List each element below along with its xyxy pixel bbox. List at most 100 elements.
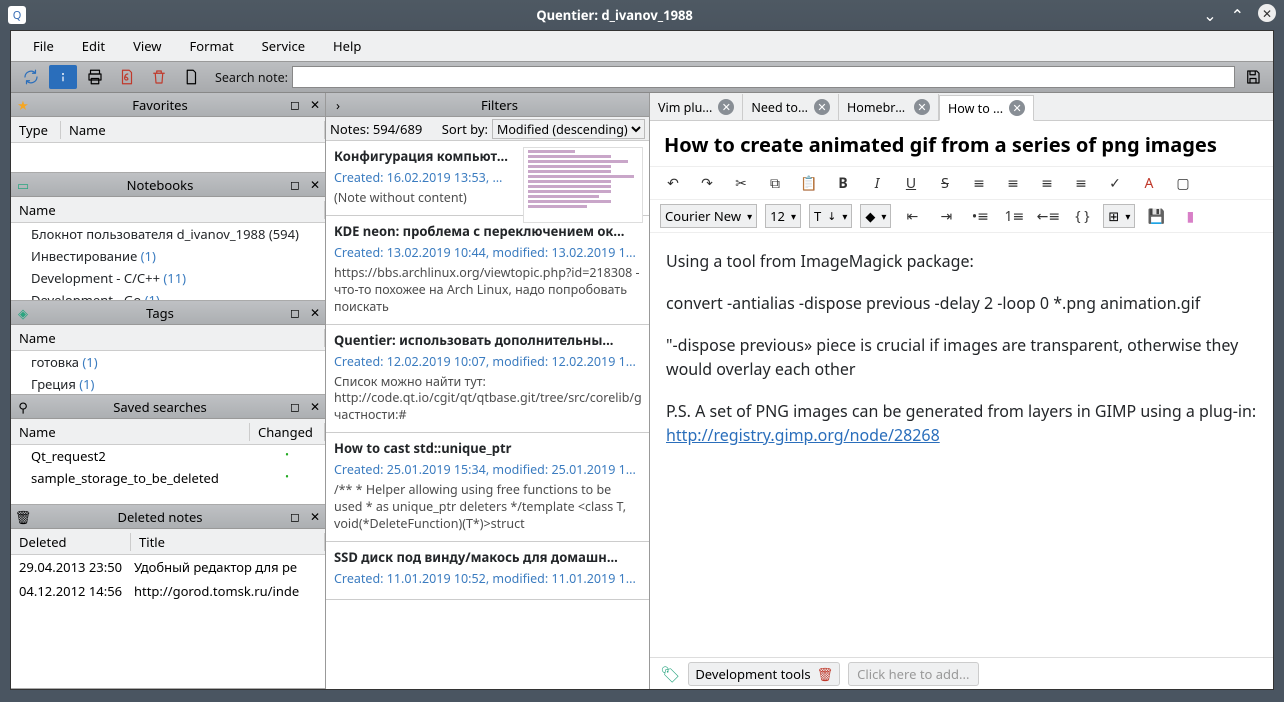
saved-col-changed[interactable]: Changed (250, 423, 325, 441)
deleted-restore-button[interactable]: ◻ (285, 508, 305, 525)
strike-button[interactable]: S (932, 171, 958, 195)
align-right-button[interactable]: ≡ (1034, 171, 1060, 195)
sort-select[interactable]: Modified (descending) (492, 119, 645, 139)
indent-increase-button[interactable]: ⇥ (933, 204, 959, 228)
deleted-col-date[interactable]: Deleted (11, 533, 131, 551)
search-input[interactable] (292, 66, 1235, 88)
save-note-button[interactable]: 💾 (1143, 204, 1169, 228)
align-center-button[interactable]: ≡ (1000, 171, 1026, 195)
menubar: File Edit View Format Service Help (11, 31, 1273, 61)
outdent-button[interactable]: ←≡ (1035, 204, 1061, 228)
notebook-item[interactable]: Инвестирование (1) (11, 245, 325, 267)
highlight-button[interactable]: ▢ (1170, 171, 1196, 195)
saved-col-name[interactable]: Name (11, 423, 250, 441)
table-button[interactable]: ⊞▾ (1103, 204, 1135, 228)
menu-format[interactable]: Format (176, 33, 248, 59)
note-list-item[interactable]: Quentier: использовать дополнительны... … (326, 325, 649, 434)
editor-tab[interactable]: Homebre...✕ (839, 94, 939, 120)
notebooks-restore-button[interactable]: ◻ (285, 176, 305, 193)
bold-button[interactable]: B (830, 171, 856, 195)
fill-select[interactable]: ◆▾ (860, 204, 891, 228)
paste-button[interactable]: 📋 (796, 171, 822, 195)
editor-link[interactable]: http://registry.gimp.org/node/28268 (666, 424, 940, 446)
tag-item[interactable]: готовка (1) (11, 351, 325, 373)
print-button[interactable] (81, 65, 109, 89)
window-minimize-button[interactable]: ⌄ (1203, 4, 1216, 26)
notebooks-col-name[interactable]: Name (11, 201, 325, 219)
menu-file[interactable]: File (19, 33, 68, 59)
undo-button[interactable]: ↶ (660, 171, 686, 195)
note-tag[interactable]: Development tools🗑 (688, 662, 840, 686)
underline-button[interactable]: U (898, 171, 924, 195)
close-icon[interactable]: ✕ (814, 99, 830, 115)
editor-body[interactable]: Using a tool from ImageMagick package: c… (650, 233, 1273, 657)
close-icon[interactable]: ✕ (914, 99, 930, 115)
font-color-button[interactable]: A (1136, 171, 1162, 195)
align-left-button[interactable]: ≡ (966, 171, 992, 195)
save-button[interactable] (1239, 65, 1267, 89)
note-list-item[interactable]: SSD диск под винду/макось для домашн... … (326, 542, 649, 600)
text-style-select[interactable]: T↓▾ (809, 204, 852, 228)
code-block-button[interactable]: { } (1069, 204, 1095, 228)
window-maximize-button[interactable]: ⌃ (1231, 4, 1244, 26)
note-title[interactable]: How to create animated gif from a series… (650, 121, 1273, 167)
favorites-restore-button[interactable]: ◻ (285, 96, 305, 113)
editor-tab[interactable]: Vim plu...✕ (650, 94, 743, 120)
notebook-item[interactable]: Блокнот пользователя d_ivanov_1988 (594) (11, 223, 325, 245)
saved-search-item[interactable]: Qt_request2• (11, 445, 325, 467)
cut-button[interactable]: ✂ (728, 171, 754, 195)
note-list-item[interactable]: KDE neon: проблема с переключением ок...… (326, 216, 649, 325)
chevron-right-icon[interactable]: › (326, 96, 350, 114)
tags-restore-button[interactable]: ◻ (285, 304, 305, 321)
font-size-select[interactable]: 12▾ (765, 204, 801, 228)
saved-restore-button[interactable]: ◻ (285, 398, 305, 415)
remove-tag-icon[interactable]: 🗑 (817, 665, 834, 683)
note-list-item[interactable]: How to cast std::unique_ptr Created: 25.… (326, 433, 649, 542)
favorites-col-type[interactable]: Type (11, 121, 61, 139)
search-icon: ⚲ (11, 398, 35, 416)
list-bullet-button[interactable]: •≡ (967, 204, 993, 228)
deleted-item[interactable]: 04.12.2012 14:56http://gorod.tomsk.ru/in… (11, 579, 325, 603)
menu-service[interactable]: Service (248, 33, 319, 59)
list-number-button[interactable]: 1≡ (1001, 204, 1027, 228)
menu-edit[interactable]: Edit (68, 33, 119, 59)
tags-close-button[interactable]: ✕ (305, 304, 325, 321)
copy-button[interactable]: ⧉ (762, 171, 788, 195)
favorites-col-name[interactable]: Name (61, 121, 325, 139)
indent-decrease-button[interactable]: ⇤ (899, 204, 925, 228)
close-icon[interactable]: ✕ (1009, 100, 1025, 116)
deleted-close-button[interactable]: ✕ (305, 508, 325, 525)
editor-tab[interactable]: How to ...✕ (939, 95, 1034, 121)
add-tag-input[interactable]: Click here to add... (848, 662, 978, 686)
favorites-panel: ★ Favorites ◻ ✕ Type Name (11, 93, 325, 173)
saved-search-item[interactable]: sample_storage_to_be_deleted• (11, 467, 325, 489)
deleted-col-title[interactable]: Title (131, 533, 325, 551)
italic-button[interactable]: I (864, 171, 890, 195)
checkmark-button[interactable]: ✓ (1102, 171, 1128, 195)
notebook-item[interactable]: Development - C/C++ (11) (11, 267, 325, 289)
deleted-item[interactable]: 29.04.2013 23:50Удобный редактор для ре (11, 555, 325, 579)
pdf-button[interactable] (113, 65, 141, 89)
tag-item[interactable]: Греция (1) (11, 373, 325, 394)
menu-help[interactable]: Help (319, 33, 375, 59)
tags-col-name[interactable]: Name (11, 329, 325, 347)
editor-tab[interactable]: Need to...✕ (743, 94, 839, 120)
new-note-button[interactable] (177, 65, 205, 89)
attach-button[interactable]: ▮ (1177, 204, 1203, 228)
notebook-item[interactable]: Development - Go (1) (11, 289, 325, 300)
close-icon[interactable]: ✕ (718, 99, 734, 115)
editor-paragraph: P.S. A set of PNG images can be generate… (666, 399, 1257, 447)
favorites-close-button[interactable]: ✕ (305, 96, 325, 113)
note-list-item[interactable]: Конфигурация компьюте... Created: 16.02.… (326, 141, 649, 216)
info-button[interactable] (49, 65, 77, 89)
font-family-select[interactable]: Courier New▾ (660, 204, 757, 228)
saved-close-button[interactable]: ✕ (305, 398, 325, 415)
sync-button[interactable] (17, 65, 45, 89)
notebooks-close-button[interactable]: ✕ (305, 176, 325, 193)
redo-button[interactable]: ↷ (694, 171, 720, 195)
window-close-button[interactable]: ✕ (1258, 4, 1276, 22)
menu-view[interactable]: View (119, 33, 175, 59)
notebooks-title: Notebooks (35, 176, 285, 194)
delete-button[interactable] (145, 65, 173, 89)
align-justify-button[interactable]: ≡ (1068, 171, 1094, 195)
